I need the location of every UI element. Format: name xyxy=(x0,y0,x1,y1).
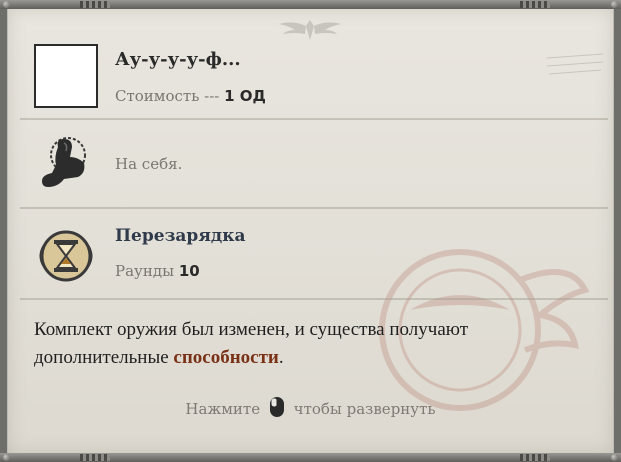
target-label: На себя. xyxy=(115,155,183,173)
rounds-value: 10 xyxy=(178,262,200,280)
frame-rivet xyxy=(3,454,10,461)
hint-before: Нажмите xyxy=(185,400,261,418)
description-highlight-link[interactable]: способности xyxy=(173,347,278,368)
target-row: На себя. xyxy=(20,121,608,209)
mouse-icon xyxy=(269,397,284,417)
ability-cost: Стоимость --- 1 ОД xyxy=(115,87,266,105)
ability-title: Ау-у-у-у-ф... xyxy=(115,49,241,70)
description-end: . xyxy=(278,347,284,368)
hint-after: чтобы развернуть xyxy=(293,400,436,418)
cost-value: 1 ОД xyxy=(224,87,266,105)
ability-portrait xyxy=(34,44,98,108)
frame-rivet xyxy=(611,454,618,461)
frame-notch xyxy=(520,1,550,8)
cost-label: Стоимость --- xyxy=(115,87,225,105)
ability-description: Комплект оружия был изменен, и существа … xyxy=(34,316,594,372)
frame-notch xyxy=(80,454,110,461)
rounds-label: Раунды xyxy=(115,262,179,280)
cooldown-title: Перезарядка xyxy=(115,226,246,246)
cooldown-rounds: Раунды 10 xyxy=(115,262,200,280)
frame-notch xyxy=(520,454,550,461)
cooldown-row: Перезарядка Раунды 10 xyxy=(20,210,608,300)
hourglass-icon xyxy=(39,230,93,282)
frame-notch xyxy=(80,1,110,8)
expand-hint: Нажмите чтобы развернуть xyxy=(0,396,621,418)
ability-header-row: Ау-у-у-у-ф... Стоимость --- 1 ОД xyxy=(20,35,608,120)
frame-rivet xyxy=(611,1,618,8)
frame-rivet xyxy=(3,1,10,8)
flexed-arm-icon xyxy=(42,137,86,187)
